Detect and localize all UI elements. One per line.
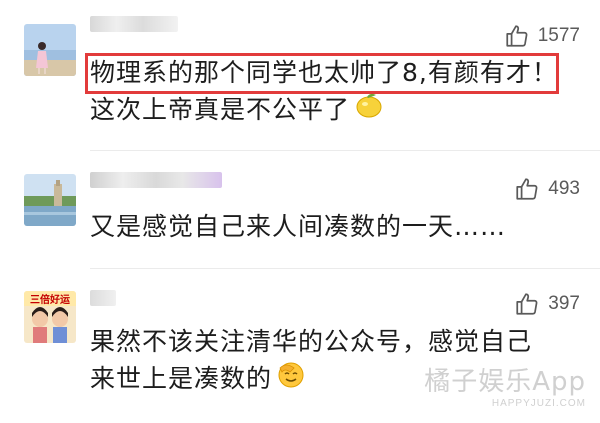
avatar[interactable]: 三倍好运 (24, 291, 76, 343)
avatar-badge: 三倍好运 (24, 291, 76, 306)
like-count: 493 (548, 178, 580, 199)
comment-text-line: 又是感觉自己来人间凑数的一天…… (90, 212, 507, 241)
like-button[interactable]: 493 (514, 174, 580, 204)
divider (90, 150, 600, 151)
like-count: 1577 (537, 25, 580, 46)
username-blurred[interactable] (90, 16, 178, 32)
like-button[interactable]: 397 (514, 289, 580, 319)
comment-text-line: 这次上帝真是不公平了 (90, 91, 384, 131)
watermark: 橘子娱乐App HAPPYJUZI.COM (424, 361, 586, 409)
comment-text-line: 果然不该关注清华的公众号，感觉自己 (90, 327, 533, 356)
watermark-logo-text: 橘子娱乐App (424, 367, 586, 397)
avatar[interactable] (24, 174, 76, 226)
username-blurred[interactable] (90, 172, 222, 188)
thumbs-up-icon (516, 293, 538, 315)
divider (90, 268, 600, 269)
avatar[interactable] (24, 24, 76, 76)
watermark-url: HAPPYJUZI.COM (491, 398, 586, 409)
thumbs-up-icon (516, 178, 538, 200)
comment-list: 1577 物理系的那个同学也太帅了8,有颜有才！ 这次上帝真是不公平了 493 … (0, 0, 600, 423)
username-blurred[interactable] (90, 290, 116, 306)
like-count: 397 (548, 293, 580, 314)
like-button[interactable]: 1577 (504, 21, 580, 51)
comment-text-line: 来世上是凑数的 (90, 360, 306, 400)
facepalm-emoji (276, 360, 306, 400)
comment-text-segment: 这次上帝真是不公平了 (90, 95, 351, 124)
lemon-emoji (354, 91, 384, 131)
comment-text-line: 物理系的那个同学也太帅了8,有颜有才！ (90, 58, 558, 87)
thumbs-up-icon (506, 25, 528, 47)
comment-text-segment: 来世上是凑数的 (90, 364, 273, 393)
